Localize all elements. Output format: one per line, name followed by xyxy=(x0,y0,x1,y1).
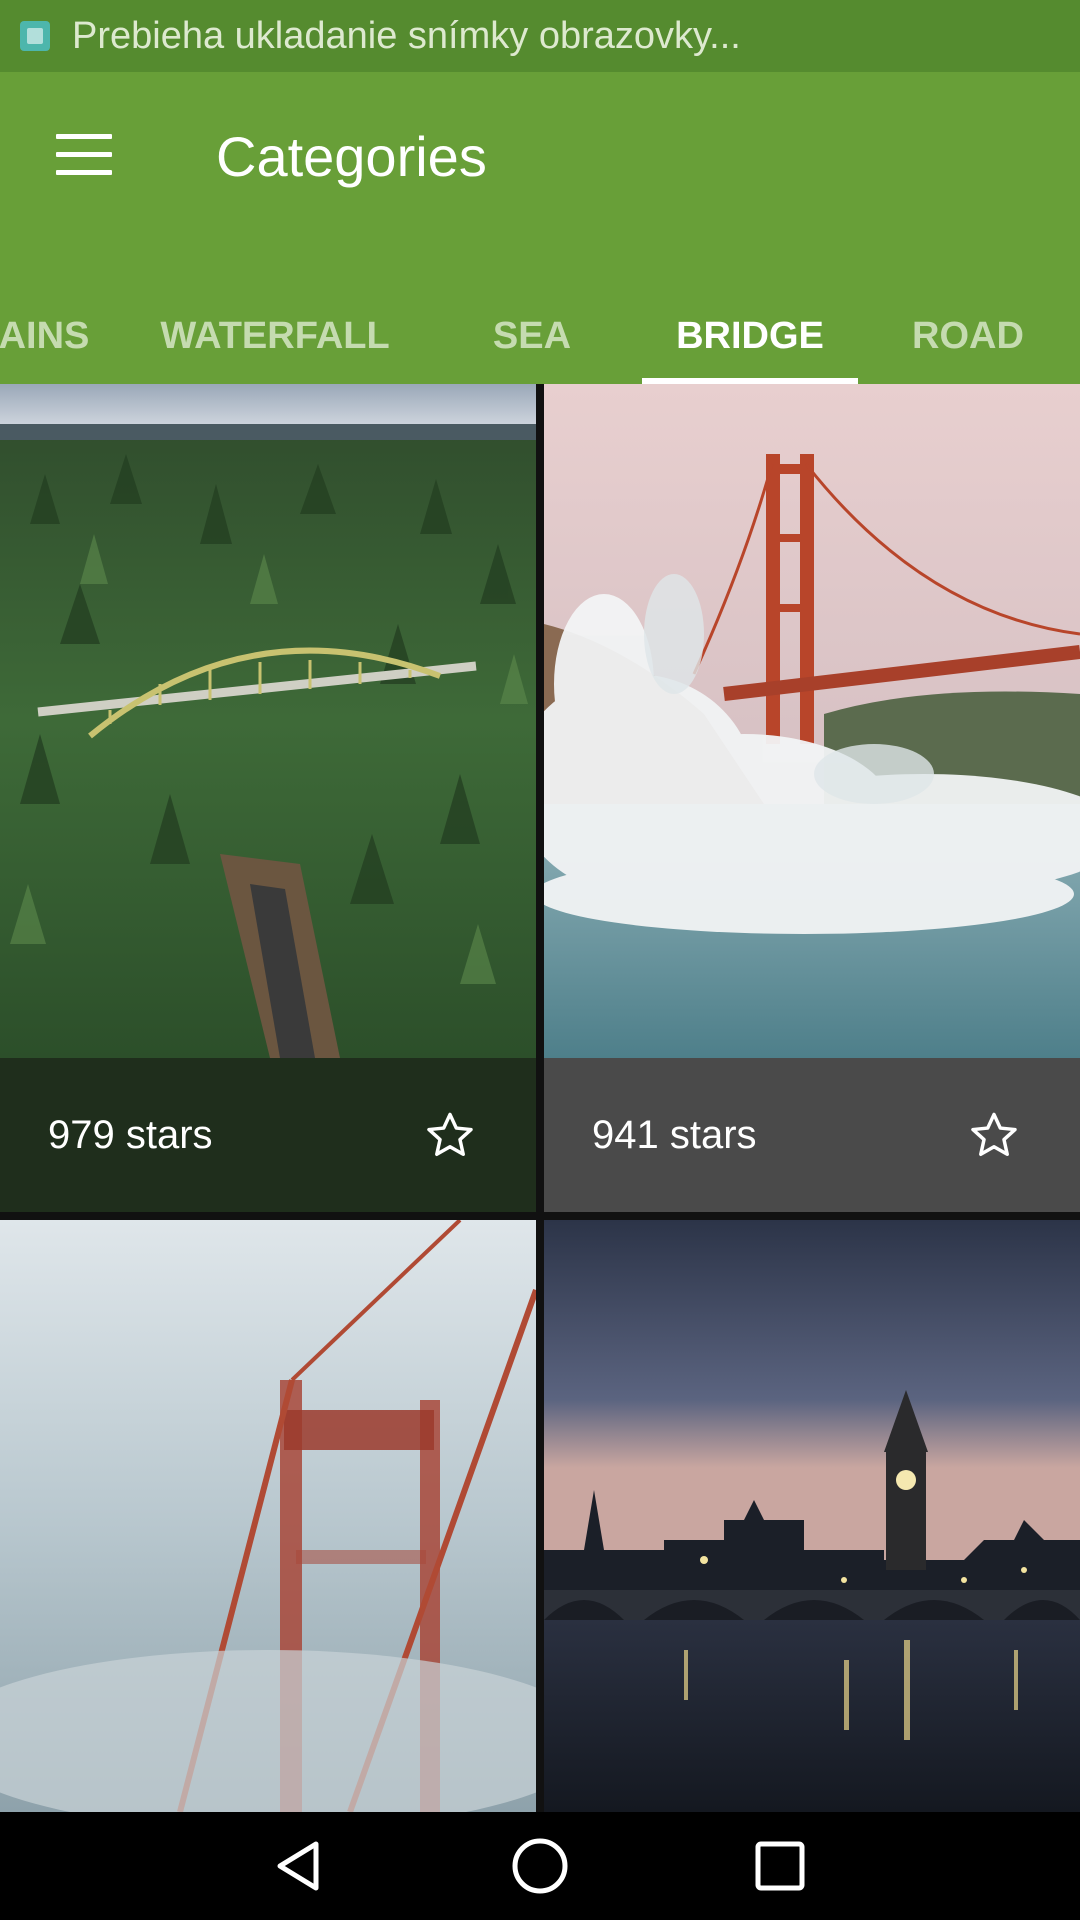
app-bar: Categories AINS WATERFALL SEA BRIDGE ROA… xyxy=(0,72,1080,384)
wallpaper-image-golden-gate-waves xyxy=(544,384,1080,1058)
card-footer: 979 stars xyxy=(0,1058,536,1212)
wallpaper-card[interactable] xyxy=(544,1220,1080,1812)
wallpaper-card[interactable]: 941 stars xyxy=(544,384,1080,1212)
wallpaper-image-forest-bridge xyxy=(0,384,536,1058)
status-bar: Prebieha ukladanie snímky obrazovky... xyxy=(0,0,1080,72)
screenshot-icon xyxy=(20,21,50,51)
stars-count: 941 stars xyxy=(592,1112,757,1157)
wallpaper-card[interactable]: 979 stars xyxy=(0,384,536,1212)
tab-waterfall[interactable]: WATERFALL xyxy=(150,284,400,384)
stars-count: 979 stars xyxy=(48,1112,213,1157)
page-title: Categories xyxy=(216,125,487,188)
star-outline-icon[interactable] xyxy=(968,1109,1020,1161)
home-circle-icon[interactable] xyxy=(510,1836,570,1896)
wallpaper-image-westminster xyxy=(544,1220,1080,1812)
card-footer: 941 stars xyxy=(544,1058,1080,1212)
back-triangle-icon[interactable] xyxy=(270,1836,330,1896)
wallpaper-image-golden-gate-fog xyxy=(0,1220,536,1812)
tab-sea[interactable]: SEA xyxy=(462,284,602,384)
star-outline-icon[interactable] xyxy=(424,1109,476,1161)
wallpaper-grid: 979 stars 941 stars xyxy=(0,384,1080,1812)
category-tabs: AINS WATERFALL SEA BRIDGE ROAD xyxy=(0,284,1080,384)
recents-square-icon[interactable] xyxy=(750,1836,810,1896)
system-nav-bar xyxy=(0,1812,1080,1920)
wallpaper-card[interactable] xyxy=(0,1220,536,1812)
status-notification-text: Prebieha ukladanie snímky obrazovky... xyxy=(72,14,741,57)
tab-bridge[interactable]: BRIDGE xyxy=(642,284,858,384)
tab-road[interactable]: ROAD xyxy=(896,284,1040,384)
tab-mountains[interactable]: AINS xyxy=(0,284,94,384)
hamburger-menu-icon[interactable] xyxy=(56,134,112,176)
